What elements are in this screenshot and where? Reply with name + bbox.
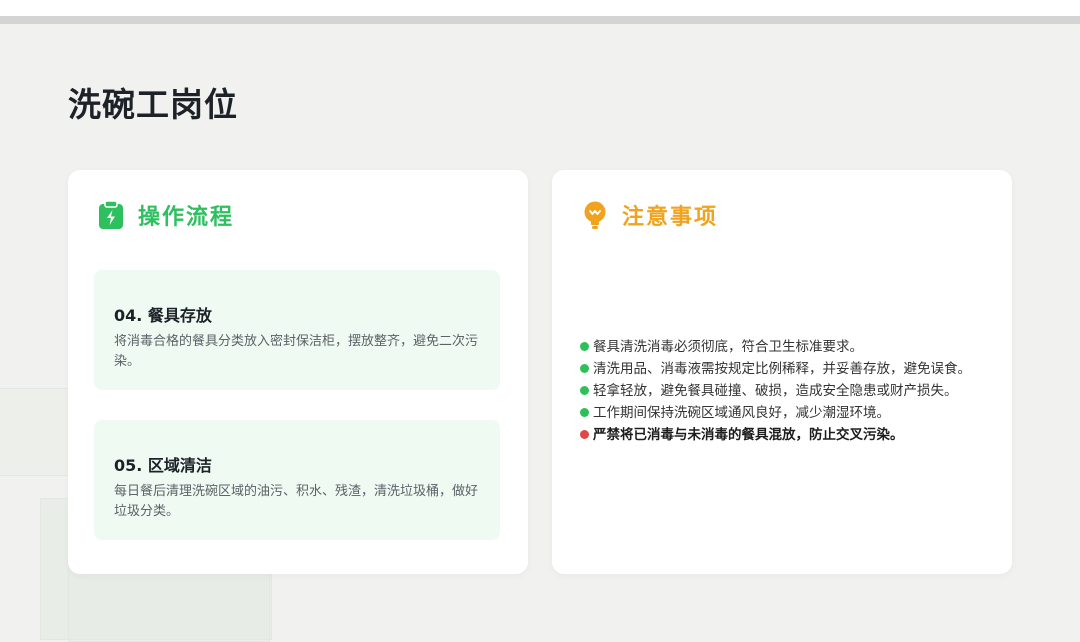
page-title: 洗碗工岗位	[68, 85, 238, 124]
note-item: 轻拿轻放，避免餐具碰撞、破损，造成安全隐患或财产损失。	[580, 380, 990, 402]
process-step: 05. 区域清洁 每日餐后清理洗碗区域的油污、积水、残渣，清洗垃圾桶，做好垃圾分…	[94, 420, 500, 540]
process-card: 操作流程 04. 餐具存放 将消毒合格的餐具分类放入密封保洁柜，摆放整齐，避免二…	[68, 170, 528, 574]
note-text: 严禁将已消毒与未消毒的餐具混放，防止交叉污染。	[593, 427, 904, 443]
notes-card: 注意事项 餐具清洗消毒必须彻底，符合卫生标准要求。 清洗用品、消毒液需按规定比例…	[552, 170, 1012, 574]
bullet-dot	[580, 386, 589, 395]
notes-card-header: 注意事项	[582, 200, 718, 230]
note-text: 工作期间保持洗碗区域通风良好，减少潮湿环境。	[593, 405, 890, 421]
warning-dot	[580, 430, 589, 439]
step-title: 05. 区域清洁	[114, 456, 212, 475]
bullet-dot	[580, 408, 589, 417]
process-card-header: 操作流程	[98, 200, 234, 230]
process-card-title: 操作流程	[138, 205, 235, 230]
process-step: 04. 餐具存放 将消毒合格的餐具分类放入密封保洁柜，摆放整齐，避免二次污染。	[94, 270, 500, 390]
note-item: 餐具清洗消毒必须彻底，符合卫生标准要求。	[580, 336, 990, 358]
note-text: 清洗用品、消毒液需按规定比例稀释，并妥善存放，避免误食。	[593, 361, 971, 377]
lightbulb-icon	[582, 200, 608, 230]
note-text: 餐具清洗消毒必须彻底，符合卫生标准要求。	[593, 339, 863, 355]
step-description: 每日餐后清理洗碗区域的油污、积水、残渣，清洗垃圾桶，做好垃圾分类。	[114, 484, 479, 519]
step-title: 04. 餐具存放	[114, 306, 212, 325]
note-item-warning: 严禁将已消毒与未消毒的餐具混放，防止交叉污染。	[580, 424, 990, 446]
notes-card-title: 注意事项	[622, 205, 719, 230]
note-text: 轻拿轻放，避免餐具碰撞、破损，造成安全隐患或财产损失。	[593, 383, 958, 399]
top-divider-bar	[0, 16, 1080, 24]
note-item: 工作期间保持洗碗区域通风良好，减少潮湿环境。	[580, 402, 990, 424]
clipboard-icon	[98, 200, 124, 230]
step-description: 将消毒合格的餐具分类放入密封保洁柜，摆放整齐，避免二次污染。	[114, 334, 479, 369]
bullet-dot	[580, 364, 589, 373]
bullet-dot	[580, 342, 589, 351]
note-item: 清洗用品、消毒液需按规定比例稀释，并妥善存放，避免误食。	[580, 358, 990, 380]
notes-list: 餐具清洗消毒必须彻底，符合卫生标准要求。 清洗用品、消毒液需按规定比例稀释，并妥…	[580, 336, 990, 446]
